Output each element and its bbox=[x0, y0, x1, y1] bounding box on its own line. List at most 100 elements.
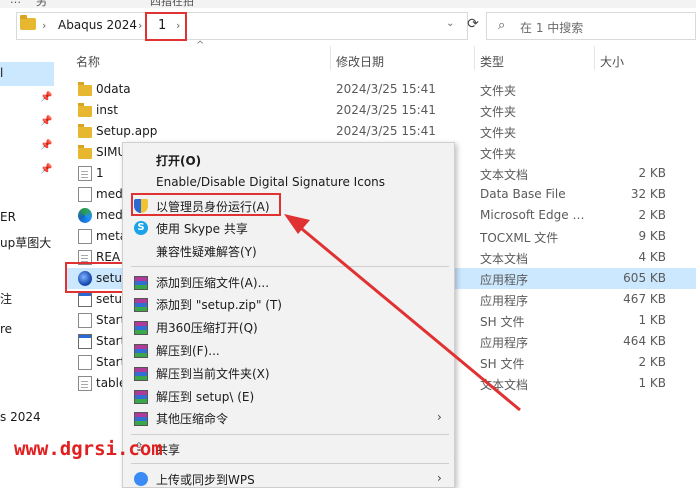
menu-separator bbox=[131, 434, 449, 435]
menu-item-compatibility[interactable]: 兼容性疑难解答(Y) bbox=[156, 243, 257, 260]
column-divider[interactable] bbox=[330, 46, 331, 70]
submenu-chevron-icon: › bbox=[437, 471, 442, 485]
column-divider[interactable] bbox=[474, 46, 475, 70]
file-name: Start bbox=[96, 313, 126, 327]
file-name: Start bbox=[96, 355, 126, 369]
file-date: 2024/3/25 15:41 bbox=[336, 82, 436, 96]
file-name: 0data bbox=[96, 82, 131, 96]
pin-icon: 📌 bbox=[40, 92, 53, 103]
file-row[interactable]: 0data 2024/3/25 15:41 文件夹 bbox=[66, 79, 696, 100]
folder-icon bbox=[78, 82, 92, 96]
topstrip-fragment-left: … bbox=[10, 0, 21, 6]
menu-item-extract-setup[interactable]: 解压到 setup\ (E) bbox=[156, 388, 254, 405]
menu-separator bbox=[131, 463, 449, 464]
file-row[interactable]: Setup.app 2024/3/25 15:41 文件夹 bbox=[66, 121, 696, 142]
file-name: 1 bbox=[96, 166, 104, 180]
sh-file-icon bbox=[78, 313, 92, 328]
menu-item-add-to-archive[interactable]: 添加到压缩文件(A)... bbox=[156, 274, 269, 291]
file-type: 文件夹 bbox=[480, 147, 517, 161]
column-header-name[interactable]: 名称 bbox=[76, 53, 100, 70]
highlight-box-breadcrumb bbox=[145, 12, 187, 41]
menu-item-open[interactable]: 打开(O) bbox=[156, 152, 201, 169]
nav-selected-item[interactable] bbox=[0, 62, 54, 86]
nav-item-label[interactable]: re bbox=[0, 322, 12, 336]
file-type: 应用程序 bbox=[480, 294, 529, 308]
refresh-button[interactable]: ⟳ bbox=[462, 16, 484, 36]
archive-icon bbox=[134, 390, 148, 404]
file-size: 9 KB bbox=[638, 229, 666, 243]
file-type: 应用程序 bbox=[480, 273, 529, 287]
breadcrumb-chevron-icon: › bbox=[138, 19, 143, 32]
menu-item-skype-share[interactable]: 使用 Skype 共享 bbox=[156, 220, 248, 237]
menu-item-upload-wps[interactable]: 上传或同步到WPS bbox=[156, 471, 255, 488]
file-name: med bbox=[96, 187, 123, 201]
text-file-icon bbox=[78, 166, 92, 181]
file-date: 2024/3/25 15:41 bbox=[336, 103, 436, 117]
file-size: 32 KB bbox=[630, 187, 666, 201]
file-type: 文件夹 bbox=[480, 84, 517, 98]
archive-icon bbox=[134, 344, 148, 358]
topstrip-fragment-right: 四指在拍 bbox=[150, 0, 194, 8]
nav-item-label[interactable]: 注 bbox=[0, 290, 12, 307]
folder-icon bbox=[78, 145, 92, 159]
nav-item-label[interactable]: s 2024 bbox=[0, 410, 41, 424]
address-dropdown-chevron-icon[interactable]: ⌄ bbox=[446, 18, 454, 29]
nav-item-label[interactable]: up草图大 bbox=[0, 234, 51, 251]
search-icon: ⌕ bbox=[498, 18, 506, 33]
xml-file-icon bbox=[78, 229, 92, 244]
column-divider[interactable] bbox=[594, 46, 595, 70]
file-row[interactable]: inst 2024/3/25 15:41 文件夹 bbox=[66, 100, 696, 121]
menu-item-extract-to[interactable]: 解压到(F)... bbox=[156, 342, 220, 359]
file-name: Start bbox=[96, 334, 126, 348]
nav-item-label[interactable]: l bbox=[0, 66, 3, 80]
folder-icon bbox=[78, 124, 92, 138]
file-type: 文本文档 bbox=[480, 252, 529, 266]
pin-icon: 📌 bbox=[40, 164, 53, 175]
submenu-chevron-icon: › bbox=[437, 410, 442, 424]
folder-icon bbox=[78, 103, 92, 117]
file-type: 文本文档 bbox=[480, 378, 529, 392]
file-size: 605 KB bbox=[623, 271, 666, 285]
application-icon bbox=[78, 292, 92, 307]
file-name: setu bbox=[96, 292, 122, 306]
file-type: Microsoft Edge … bbox=[480, 208, 585, 222]
folder-icon bbox=[20, 15, 36, 30]
menu-separator bbox=[131, 266, 449, 267]
file-type: SH 文件 bbox=[480, 357, 525, 371]
file-type: Data Base File bbox=[480, 187, 566, 201]
column-header-type[interactable]: 类型 bbox=[480, 53, 504, 70]
file-type: 文件夹 bbox=[480, 105, 517, 119]
search-input-placeholder[interactable]: 在 1 中搜索 bbox=[520, 19, 583, 36]
menu-item-open-360[interactable]: 用360压缩打开(Q) bbox=[156, 319, 258, 336]
file-type: SH 文件 bbox=[480, 315, 525, 329]
column-header-date[interactable]: 修改日期 bbox=[336, 53, 384, 70]
pin-icon: 📌 bbox=[40, 140, 53, 151]
file-type: 应用程序 bbox=[480, 336, 529, 350]
menu-item-signature-icons[interactable]: Enable/Disable Digital Signature Icons bbox=[156, 175, 385, 189]
menu-item-extract-here[interactable]: 解压到当前文件夹(X) bbox=[156, 365, 270, 382]
column-header-size[interactable]: 大小 bbox=[600, 53, 624, 70]
file-type: TOCXML 文件 bbox=[480, 231, 559, 245]
menu-item-other-compress[interactable]: 其他压缩命令 bbox=[156, 410, 228, 427]
wps-cloud-icon bbox=[134, 472, 148, 486]
text-file-icon bbox=[78, 376, 92, 391]
window-top-strip: … 另 四指在拍 bbox=[0, 0, 696, 8]
file-type: 文件夹 bbox=[480, 126, 517, 140]
archive-icon bbox=[134, 298, 148, 312]
nav-item-label[interactable]: ER bbox=[0, 210, 16, 224]
breadcrumb-abaqus-2024[interactable]: Abaqus 2024 bbox=[58, 18, 137, 32]
menu-item-add-to-zip[interactable]: 添加到 "setup.zip" (T) bbox=[156, 296, 282, 313]
highlight-box-run-as-admin bbox=[131, 193, 281, 216]
file-size: 1 KB bbox=[638, 313, 666, 327]
archive-icon bbox=[134, 367, 148, 381]
search-box[interactable] bbox=[486, 12, 696, 40]
archive-icon bbox=[134, 276, 148, 290]
file-size: 2 KB bbox=[638, 208, 666, 222]
file-name: med bbox=[96, 208, 123, 222]
file-name: Setup.app bbox=[96, 124, 158, 138]
file-type: 文本文档 bbox=[480, 168, 529, 182]
breadcrumb-chevron-icon: › bbox=[42, 19, 47, 32]
skype-icon: S bbox=[134, 221, 148, 235]
file-size: 2 KB bbox=[638, 355, 666, 369]
file-date: 2024/3/25 15:41 bbox=[336, 124, 436, 138]
